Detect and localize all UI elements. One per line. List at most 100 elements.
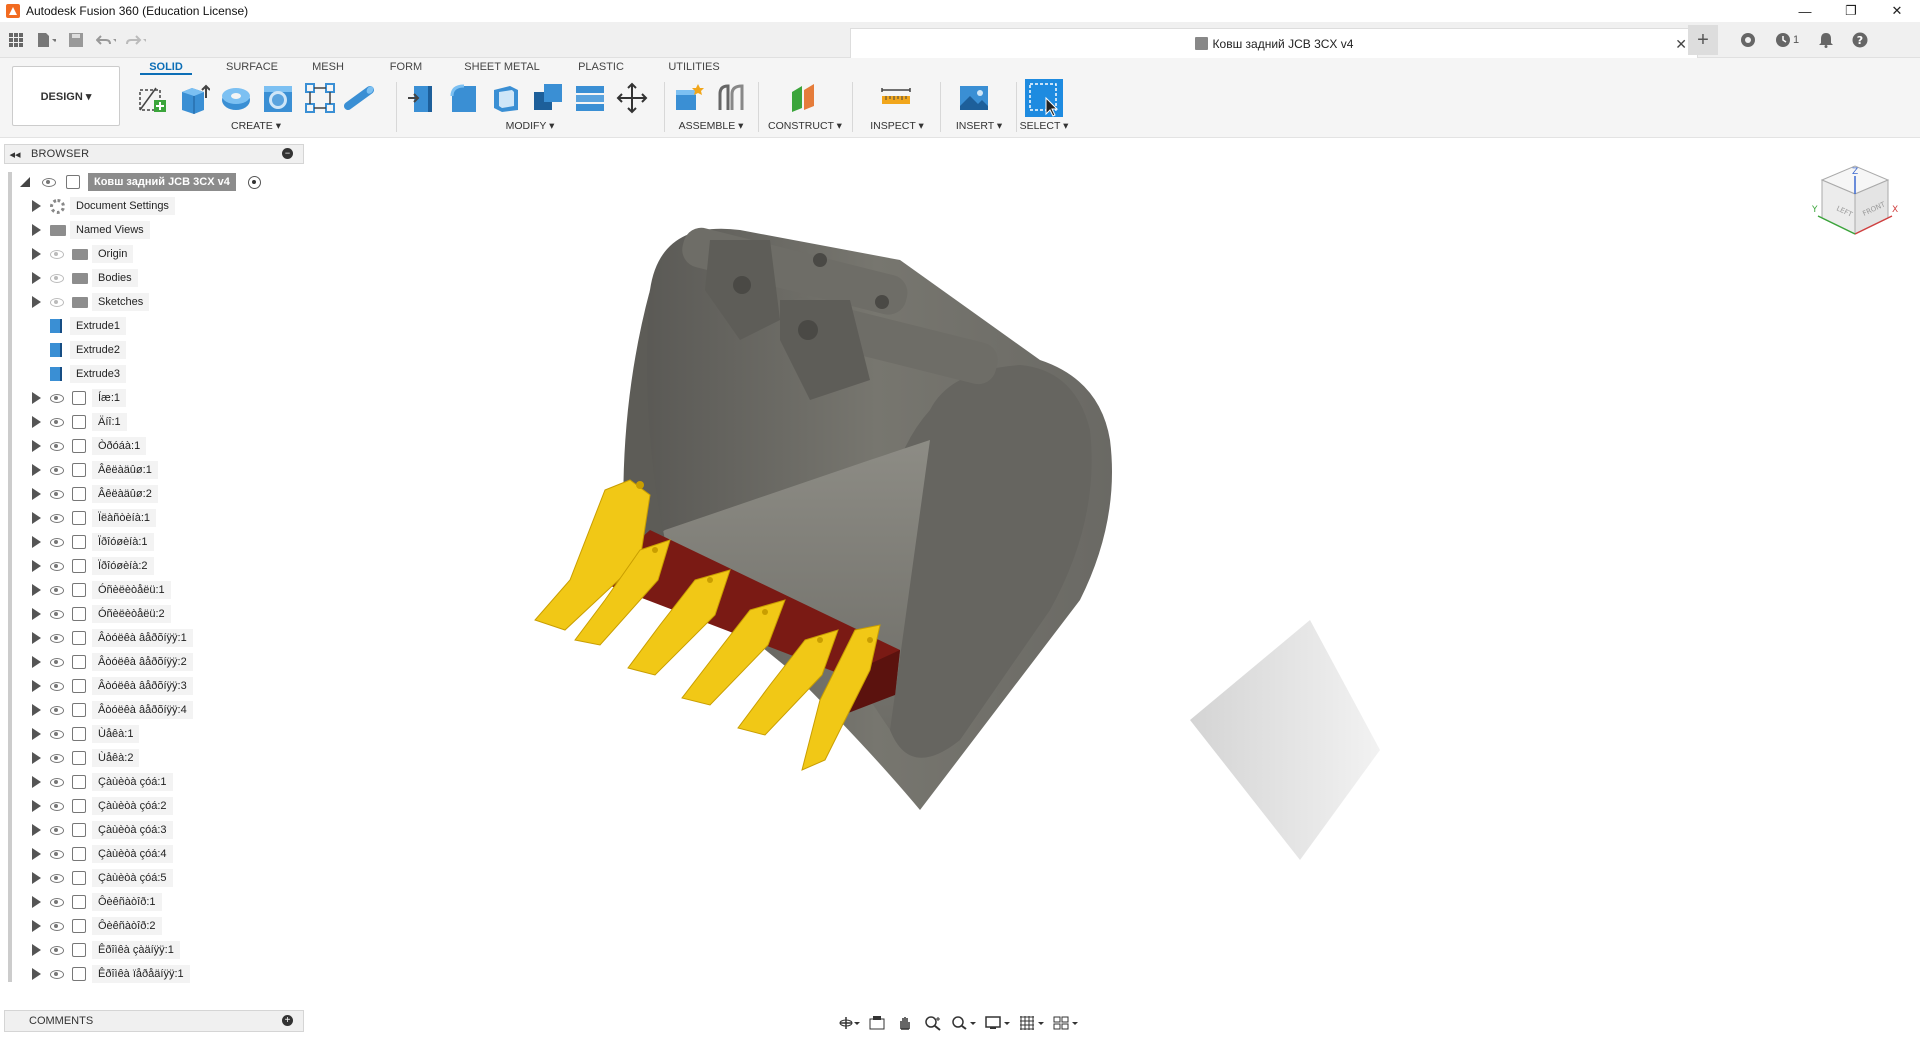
expand-triangle-icon[interactable]	[32, 656, 41, 668]
visibility-eye-icon[interactable]	[50, 609, 64, 619]
modify-group-label[interactable]: MODIFY ▾	[400, 120, 660, 132]
expand-triangle-icon[interactable]	[32, 968, 41, 980]
tab-surface[interactable]: SURFACE	[222, 58, 282, 73]
browser-tree-row[interactable]: Âòóëêà âåðõíÿÿ:4	[4, 698, 304, 722]
look-at-icon[interactable]	[866, 1013, 888, 1033]
collapse-browser-icon[interactable]: ◂◂	[5, 148, 25, 161]
hole-icon[interactable]	[262, 82, 294, 114]
browser-tree-row[interactable]: Named Views	[4, 218, 304, 242]
new-tab-plus-icon[interactable]: +	[1688, 25, 1718, 55]
visibility-eye-icon[interactable]	[50, 921, 64, 931]
expand-triangle-icon[interactable]	[32, 704, 41, 716]
visibility-eye-icon[interactable]	[50, 753, 64, 763]
insert-group-label[interactable]: INSERT ▾	[944, 120, 1014, 132]
add-comment-icon[interactable]: +	[282, 1015, 293, 1026]
select-group-label[interactable]: SELECT ▾	[1018, 120, 1070, 132]
visibility-eye-icon[interactable]	[50, 777, 64, 787]
expand-triangle-icon[interactable]	[32, 752, 41, 764]
visibility-eye-icon[interactable]	[50, 969, 64, 979]
expand-triangle-icon[interactable]	[32, 440, 41, 452]
zoom-icon[interactable]	[922, 1013, 944, 1033]
visibility-eye-icon[interactable]	[50, 489, 64, 499]
expand-triangle-icon[interactable]	[32, 800, 41, 812]
browser-tree-row[interactable]: Âêëàäûø:2	[4, 482, 304, 506]
offset-plane-icon[interactable]	[788, 82, 820, 114]
expand-triangle-icon[interactable]	[32, 728, 41, 740]
visibility-eye-icon[interactable]	[50, 849, 64, 859]
browser-tree-row[interactable]: Ôèêñàòîð:1	[4, 890, 304, 914]
extensions-icon[interactable]	[1738, 30, 1758, 50]
browser-tree-row[interactable]: Âòóëêà âåðõíÿÿ:1	[4, 626, 304, 650]
visibility-eye-icon[interactable]	[50, 633, 64, 643]
browser-tree-row[interactable]: Óñèëèòåëü:2	[4, 602, 304, 626]
fillet-icon[interactable]	[448, 82, 480, 114]
joint-icon[interactable]	[716, 82, 748, 114]
visibility-eye-icon[interactable]	[50, 537, 64, 547]
visibility-eye-icon[interactable]	[50, 705, 64, 715]
visibility-eye-icon[interactable]	[50, 873, 64, 883]
browser-tree-row[interactable]: Óñèëèòåëü:1	[4, 578, 304, 602]
browser-tree-row[interactable]: Ùåêà:2	[4, 746, 304, 770]
job-status-icon[interactable]: 1	[1772, 30, 1802, 50]
notifications-bell-icon[interactable]	[1816, 30, 1836, 50]
bucket-model-render[interactable]	[310, 140, 1920, 1010]
visibility-eye-icon[interactable]	[50, 393, 64, 403]
expand-triangle-icon[interactable]	[32, 224, 41, 236]
pan-hand-icon[interactable]	[894, 1013, 916, 1033]
browser-tree-row[interactable]: Ùåêà:1	[4, 722, 304, 746]
expand-triangle-icon[interactable]	[32, 824, 41, 836]
close-document-icon[interactable]: ✕	[1675, 36, 1687, 53]
select-tool-icon[interactable]	[1024, 78, 1064, 118]
minimize-button[interactable]: —	[1782, 0, 1828, 22]
visibility-eye-icon[interactable]	[50, 513, 64, 523]
collapse-triangle-icon[interactable]	[20, 177, 30, 187]
browser-tree-row[interactable]: Bodies	[4, 266, 304, 290]
expand-triangle-icon[interactable]	[32, 392, 41, 404]
expand-triangle-icon[interactable]	[32, 680, 41, 692]
restore-button[interactable]: ❐	[1828, 0, 1874, 22]
visibility-eye-icon[interactable]	[50, 465, 64, 475]
visibility-eye-icon[interactable]	[42, 177, 56, 187]
expand-triangle-icon[interactable]	[32, 560, 41, 572]
tab-plastic[interactable]: PLASTIC	[576, 58, 626, 73]
press-pull-icon[interactable]	[406, 82, 438, 114]
visibility-eye-icon[interactable]	[50, 273, 64, 283]
browser-tree-row[interactable]: Âêëàäûø:1	[4, 458, 304, 482]
expand-triangle-icon[interactable]	[32, 416, 41, 428]
browser-tree-row[interactable]: Çàùèòà çóá:1	[4, 770, 304, 794]
move-copy-icon[interactable]	[616, 82, 648, 114]
browser-tree-row[interactable]: Extrude3	[4, 362, 304, 386]
pipe-icon[interactable]	[344, 82, 376, 114]
browser-tree-row[interactable]: Extrude2	[4, 338, 304, 362]
expand-triangle-icon[interactable]	[32, 200, 41, 212]
expand-triangle-icon[interactable]	[32, 248, 41, 260]
visibility-eye-icon[interactable]	[50, 297, 64, 307]
3d-viewport[interactable]	[310, 140, 1920, 1010]
browser-tree-row[interactable]: Âòóëêà âåðõíÿÿ:3	[4, 674, 304, 698]
browser-tree-row[interactable]: Êðîìêà çàäíÿÿ:1	[4, 938, 304, 962]
save-icon[interactable]	[66, 30, 86, 50]
visibility-eye-icon[interactable]	[50, 417, 64, 427]
assemble-group-label[interactable]: ASSEMBLE ▾	[668, 120, 754, 132]
fit-icon[interactable]	[950, 1013, 978, 1033]
grid-settings-icon[interactable]	[1018, 1013, 1046, 1033]
visibility-eye-icon[interactable]	[50, 729, 64, 739]
browser-tree-row[interactable]: Extrude1	[4, 314, 304, 338]
expand-triangle-icon[interactable]	[32, 296, 41, 308]
tab-solid[interactable]: SOLID	[140, 58, 192, 75]
create-group-label[interactable]: CREATE ▾	[132, 120, 380, 132]
insert-image-icon[interactable]	[958, 82, 990, 114]
browser-tree-row[interactable]: Âòóëêà âåðõíÿÿ:2	[4, 650, 304, 674]
tab-utilities[interactable]: UTILITIES	[664, 58, 724, 73]
visibility-eye-icon[interactable]	[50, 561, 64, 571]
browser-tree-row[interactable]: Çàùèòà çóá:4	[4, 842, 304, 866]
close-window-button[interactable]: ✕	[1874, 0, 1920, 22]
pattern-icon[interactable]	[304, 82, 336, 114]
visibility-eye-icon[interactable]	[50, 657, 64, 667]
browser-tree-row[interactable]: Çàùèòà çóá:5	[4, 866, 304, 890]
expand-triangle-icon[interactable]	[32, 608, 41, 620]
expand-triangle-icon[interactable]	[32, 896, 41, 908]
visibility-eye-icon[interactable]	[50, 441, 64, 451]
file-menu-icon[interactable]	[36, 30, 56, 50]
visibility-eye-icon[interactable]	[50, 585, 64, 595]
